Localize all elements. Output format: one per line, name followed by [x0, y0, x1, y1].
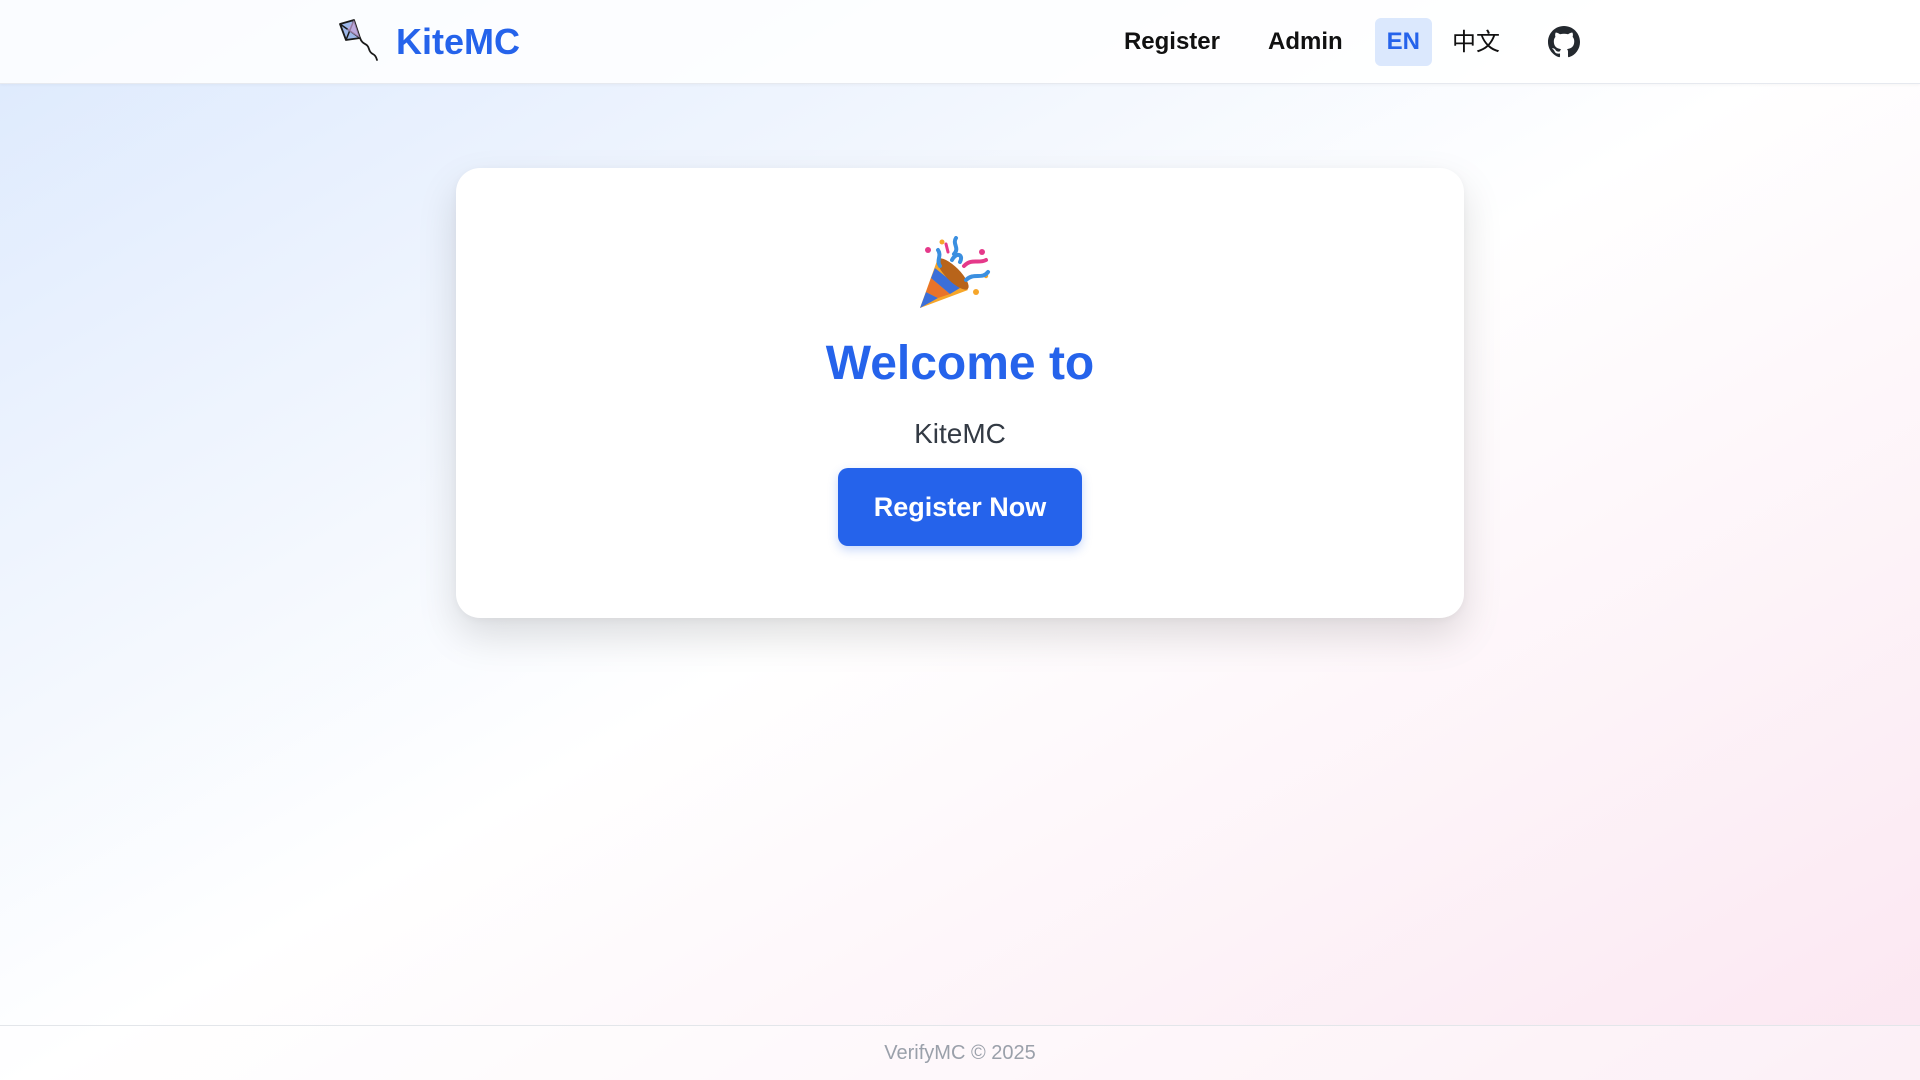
welcome-heading: Welcome to: [825, 337, 1095, 390]
github-link[interactable]: [1548, 26, 1580, 58]
brand-link[interactable]: KiteMC: [336, 18, 520, 66]
kite-icon: [339, 19, 378, 61]
welcome-card: Welcome to KiteMC Register Now: [456, 168, 1464, 618]
brand-name: KiteMC: [396, 21, 520, 62]
register-now-button[interactable]: Register Now: [838, 468, 1082, 546]
lang-en-button[interactable]: EN: [1374, 18, 1432, 66]
github-icon: [1548, 26, 1580, 58]
footer: VerifyMC © 2025: [0, 1025, 1920, 1080]
lang-zh-button[interactable]: 中文: [1440, 18, 1512, 66]
party-popper-icon: [920, 236, 990, 308]
nav-register-link[interactable]: Register: [1100, 28, 1244, 56]
server-name: KiteMC: [914, 418, 1006, 449]
top-navbar: KiteMC Register Admin EN 中文: [0, 0, 1920, 84]
footer-copyright: VerifyMC © 2025: [884, 1042, 1036, 1064]
nav-admin-link[interactable]: Admin: [1244, 28, 1367, 56]
main-nav: Register Admin EN 中文: [1100, 18, 1580, 66]
